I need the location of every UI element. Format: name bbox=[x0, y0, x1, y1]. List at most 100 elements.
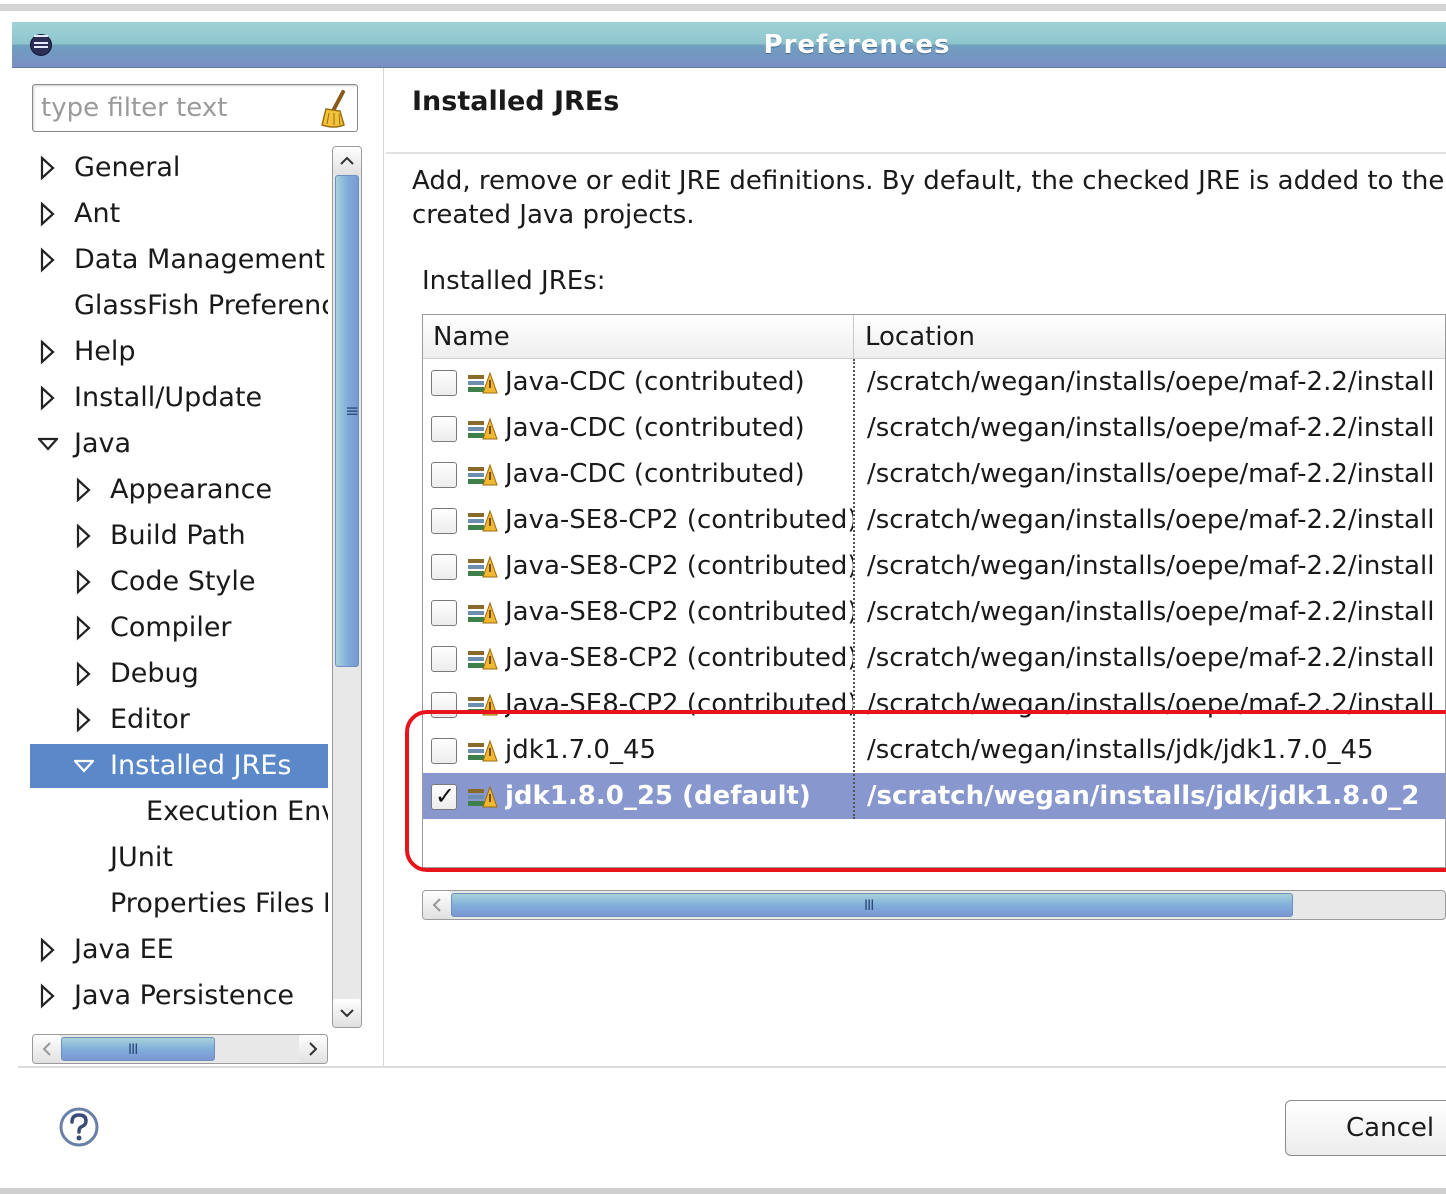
expand-arrow-icon[interactable] bbox=[38, 974, 58, 1018]
tree-item[interactable]: Ant bbox=[30, 192, 328, 236]
scroll-left-button[interactable] bbox=[33, 1035, 61, 1063]
jre-location-cell: /scratch/wegan/installs/oepe/maf-2.2/ins… bbox=[867, 505, 1435, 535]
jre-location-cell: /scratch/wegan/installs/oepe/maf-2.2/ins… bbox=[867, 413, 1435, 443]
tree-item[interactable]: Appearance bbox=[30, 468, 328, 512]
tree-item-label: Code Style bbox=[110, 566, 256, 597]
tree-item[interactable]: Java Persistence bbox=[30, 974, 328, 1018]
tree-item[interactable]: Code Style bbox=[30, 560, 328, 604]
scroll-grip: III bbox=[343, 406, 359, 416]
expand-arrow-icon[interactable] bbox=[38, 238, 58, 282]
tree-item[interactable]: Editor bbox=[30, 698, 328, 742]
jre-default-checkbox[interactable] bbox=[431, 508, 457, 534]
expand-arrow-icon[interactable] bbox=[38, 192, 58, 236]
chevron-right-icon bbox=[309, 1042, 318, 1056]
tree-item[interactable]: Execution Env bbox=[30, 790, 328, 834]
tree-item-label: JUnit bbox=[110, 842, 173, 873]
tree-item[interactable]: Install/Update bbox=[30, 376, 328, 420]
jre-default-checkbox[interactable] bbox=[431, 462, 457, 488]
table-row[interactable]: Java-CDC (contributed) /scratch/wegan/ins… bbox=[423, 451, 1445, 497]
expand-arrow-icon[interactable] bbox=[38, 928, 58, 972]
expand-arrow-icon[interactable] bbox=[38, 376, 58, 420]
tree-hscroll-thumb[interactable]: III bbox=[61, 1037, 215, 1061]
description-line-2: created Java projects. bbox=[412, 200, 695, 230]
tree-item[interactable]: Java EE bbox=[30, 928, 328, 972]
tree-vertical-scrollbar[interactable]: III bbox=[332, 146, 362, 1028]
tree-item[interactable]: Help bbox=[30, 330, 328, 374]
expand-arrow-icon[interactable] bbox=[74, 514, 94, 558]
tree-item[interactable]: Java bbox=[30, 422, 328, 466]
scroll-down-button[interactable] bbox=[333, 999, 361, 1027]
collapse-arrow-icon[interactable] bbox=[38, 422, 58, 466]
tree-item[interactable]: Build Path bbox=[30, 514, 328, 558]
collapse-arrow-icon[interactable] bbox=[74, 744, 94, 788]
expand-arrow-icon[interactable] bbox=[38, 146, 58, 190]
table-row[interactable]: Java-SE8-CP2 (contributed) /scratch/wegan… bbox=[423, 635, 1445, 681]
cancel-button[interactable]: Cancel bbox=[1285, 1100, 1446, 1156]
column-header-location[interactable]: Location bbox=[865, 315, 975, 359]
filter-box[interactable] bbox=[32, 84, 358, 132]
tree-item[interactable]: Installed JREs bbox=[30, 744, 328, 788]
preference-tree[interactable]: General Ant Data Management GlassFish Prefe… bbox=[30, 146, 328, 1024]
title-separator bbox=[386, 152, 1446, 154]
expand-arrow-icon[interactable] bbox=[74, 468, 94, 512]
jre-default-checkbox[interactable] bbox=[431, 600, 457, 626]
tree-scroll-thumb[interactable]: III bbox=[335, 175, 359, 667]
table-row[interactable]: jdk1.7.0_45/scratch/wegan/installs/jdk/j… bbox=[423, 727, 1445, 773]
tree-item[interactable]: JUnit bbox=[30, 836, 328, 880]
tree-item[interactable]: Data Management bbox=[30, 238, 328, 282]
jre-library-icon bbox=[468, 647, 498, 670]
tree-item-label: Java bbox=[74, 428, 132, 459]
tree-item[interactable]: Properties Files I bbox=[30, 882, 328, 926]
page-description: Add, remove or edit JRE definitions. By … bbox=[412, 164, 1446, 232]
expand-arrow-icon[interactable] bbox=[74, 560, 94, 604]
scroll-up-button[interactable] bbox=[333, 147, 361, 175]
expand-arrow-icon[interactable] bbox=[38, 330, 58, 374]
jre-name-cell: Java-SE8-CP2 (contributed) bbox=[505, 551, 853, 581]
table-scroll-left-button[interactable] bbox=[423, 891, 451, 919]
tree-item-label: Properties Files I bbox=[110, 888, 328, 919]
table-row[interactable]: Java-SE8-CP2 (contributed) /scratch/wegan… bbox=[423, 497, 1445, 543]
table-row[interactable]: Java-SE8-CP2 (contributed) /scratch/wegan… bbox=[423, 589, 1445, 635]
window-title: Preferences bbox=[763, 30, 951, 60]
clear-filter-icon[interactable] bbox=[317, 89, 351, 129]
jre-default-checkbox[interactable] bbox=[431, 692, 457, 718]
column-divider[interactable] bbox=[853, 315, 854, 359]
top-strip bbox=[0, 0, 1446, 22]
expand-arrow-icon[interactable] bbox=[74, 606, 94, 650]
scroll-right-button[interactable] bbox=[299, 1035, 327, 1063]
tree-item-label: Editor bbox=[110, 704, 190, 735]
jre-default-checkbox[interactable]: ✓ bbox=[431, 782, 457, 810]
tree-horizontal-scrollbar[interactable]: III bbox=[32, 1034, 328, 1064]
help-icon[interactable] bbox=[58, 1106, 100, 1148]
jre-default-checkbox[interactable] bbox=[431, 738, 457, 764]
tree-item[interactable]: Debug bbox=[30, 652, 328, 696]
column-header-name[interactable]: Name bbox=[433, 315, 510, 359]
table-row[interactable]: Java-CDC (contributed) /scratch/wegan/ins… bbox=[423, 405, 1445, 451]
table-hscroll-thumb[interactable]: III bbox=[451, 893, 1293, 917]
jre-location-cell: /scratch/wegan/installs/oepe/maf-2.2/ins… bbox=[867, 551, 1435, 581]
table-row[interactable]: Java-SE8-CP2 (contributed) /scratch/wegan… bbox=[423, 543, 1445, 589]
jre-default-checkbox[interactable] bbox=[431, 416, 457, 442]
button-bar-separator bbox=[18, 1066, 1446, 1068]
table-row[interactable]: Java-CDC (contributed) /scratch/wegan/ins… bbox=[423, 359, 1445, 405]
filter-input[interactable] bbox=[39, 91, 309, 125]
jre-name-cell: Java-SE8-CP2 (contributed) bbox=[505, 643, 853, 673]
jre-table[interactable]: Name Location Java-CDC (contributed) /scr… bbox=[422, 314, 1446, 868]
jre-location-cell: /scratch/wegan/installs/oepe/maf-2.2/ins… bbox=[867, 459, 1435, 489]
expand-arrow-icon[interactable] bbox=[74, 652, 94, 696]
jre-location-cell: /scratch/wegan/installs/jdk/jdk1.8.0_2 bbox=[867, 781, 1420, 811]
expand-arrow-icon[interactable] bbox=[74, 698, 94, 742]
tree-item[interactable]: General bbox=[30, 146, 328, 190]
jre-default-checkbox[interactable] bbox=[431, 646, 457, 672]
tree-item[interactable]: GlassFish Preferenc bbox=[30, 284, 328, 328]
table-row[interactable]: Java-SE8-CP2 (contributed) /scratch/wegan… bbox=[423, 681, 1445, 727]
table-horizontal-scrollbar[interactable]: III bbox=[422, 890, 1446, 920]
jre-default-checkbox[interactable] bbox=[431, 370, 457, 396]
tree-item-label: Java EE bbox=[74, 934, 174, 965]
table-row[interactable]: ✓ jdk1.8.0_25 (default) /scratch/wegan/ins… bbox=[423, 773, 1445, 819]
jre-default-checkbox[interactable] bbox=[431, 554, 457, 580]
tree-item-label: Build Path bbox=[110, 520, 246, 551]
tree-item[interactable]: Compiler bbox=[30, 606, 328, 650]
jre-library-icon bbox=[468, 601, 498, 624]
jre-library-icon bbox=[468, 739, 498, 762]
